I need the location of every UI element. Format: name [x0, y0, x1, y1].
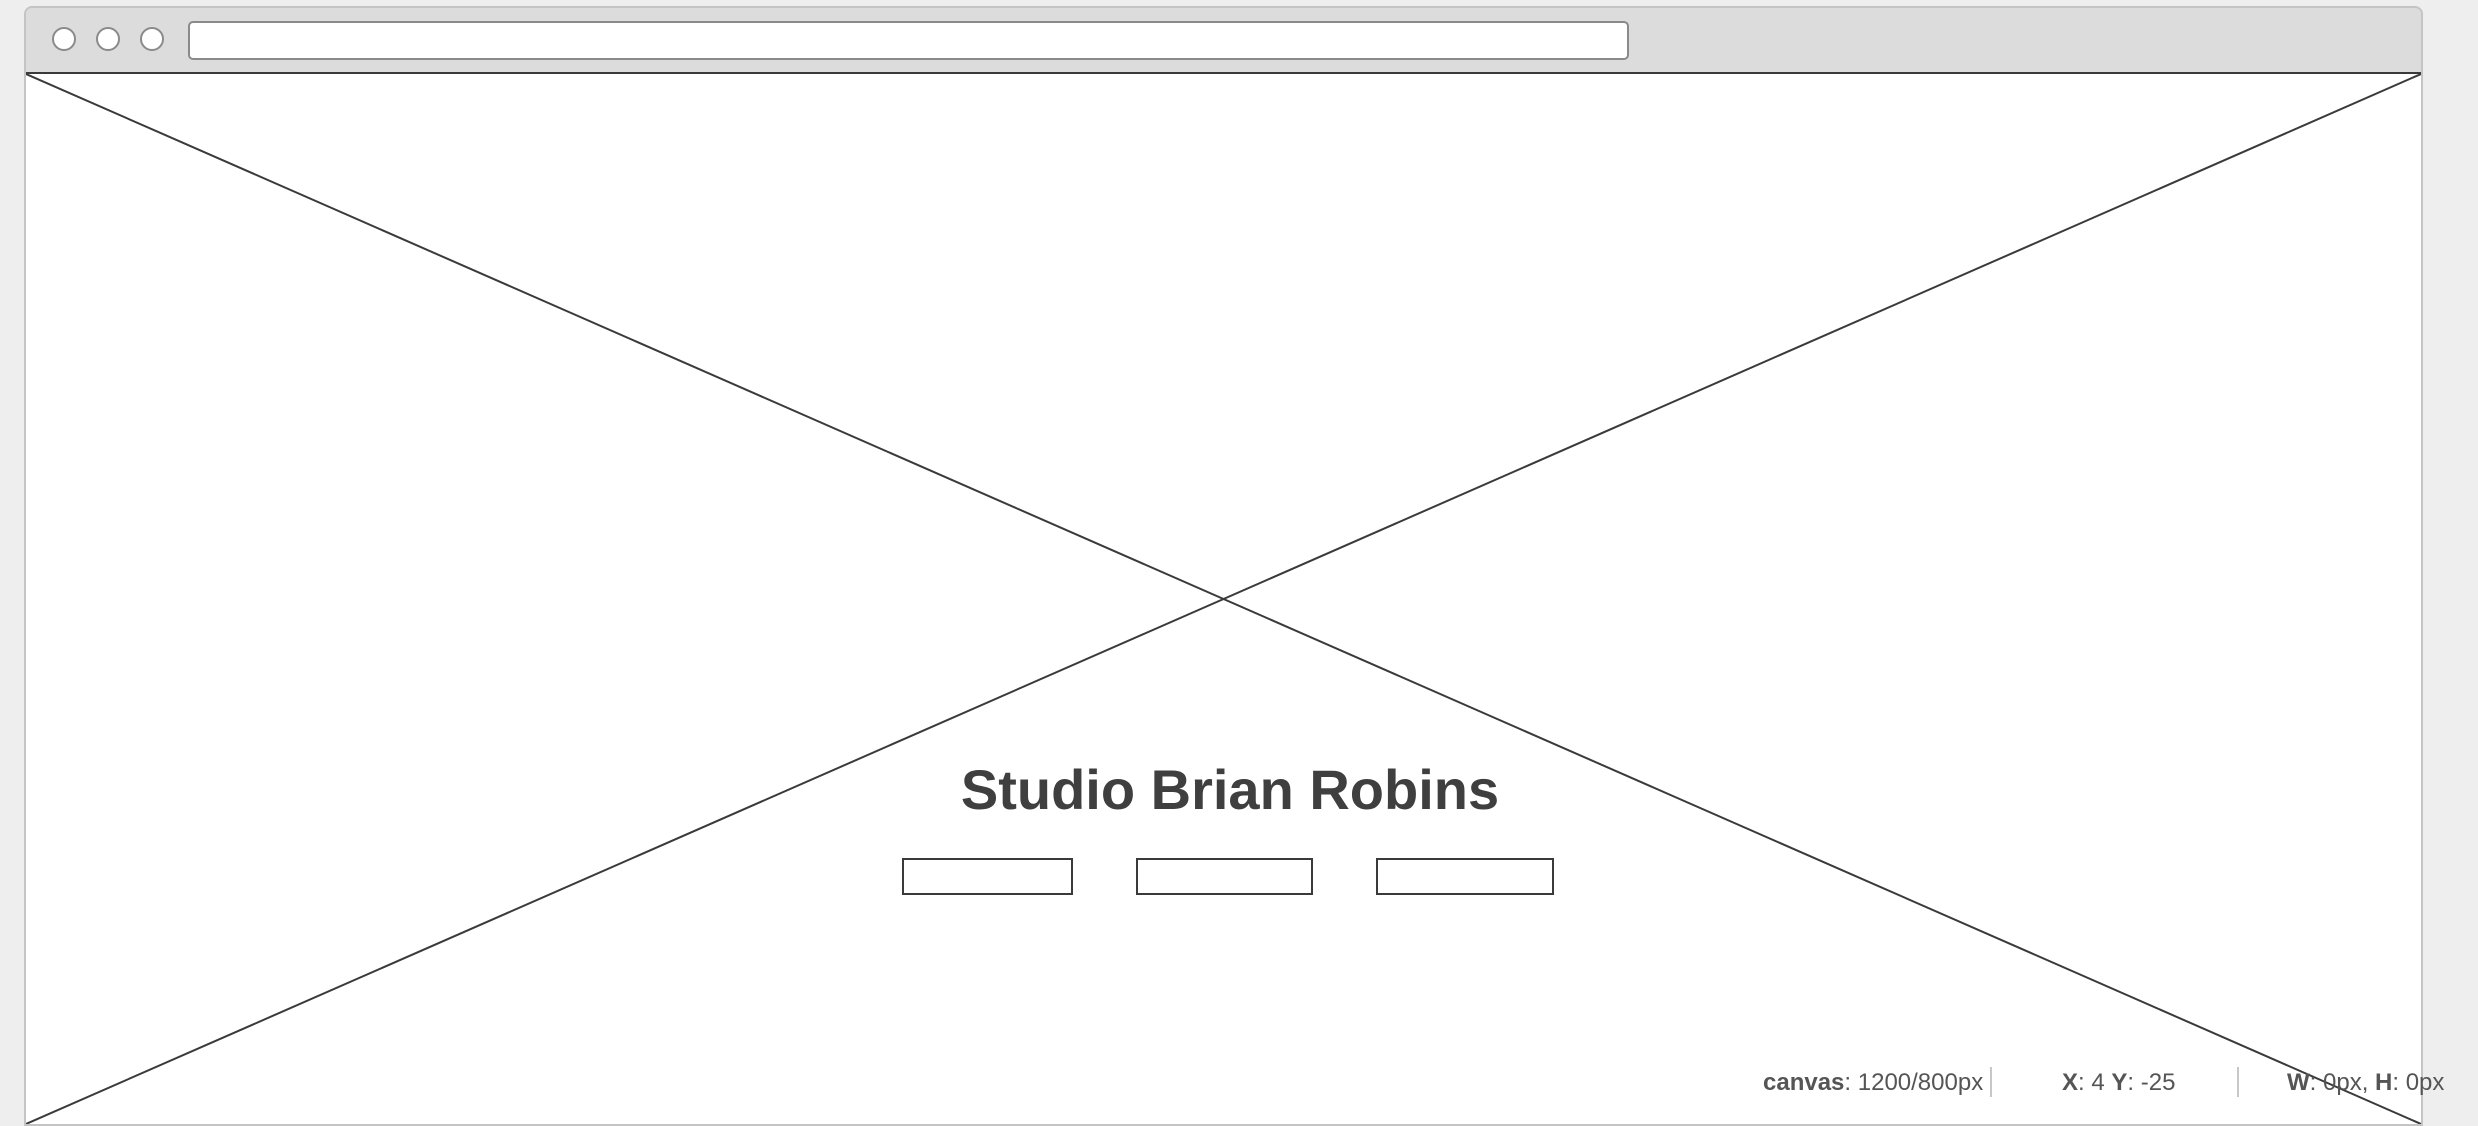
status-divider	[2237, 1067, 2239, 1097]
y-label: Y	[2111, 1069, 2128, 1096]
browser-titlebar	[26, 8, 2421, 72]
nav-item-2[interactable]	[1136, 858, 1313, 895]
x-value: : 4	[2078, 1069, 2112, 1096]
cursor-position-readout: X: 4 Y: -25	[2062, 1069, 2175, 1097]
w-label: W	[2287, 1069, 2310, 1096]
h-label: H	[2375, 1069, 2393, 1096]
nav-item-3[interactable]	[1376, 858, 1554, 895]
page-title: Studio Brian Robins	[960, 758, 1500, 821]
close-window-button[interactable]	[52, 27, 76, 51]
minimize-window-button[interactable]	[96, 27, 120, 51]
selection-size-readout: W: 0px, H: 0px	[2287, 1069, 2444, 1097]
image-placeholder-icon	[26, 74, 2421, 1124]
w-value: : 0px,	[2309, 1069, 2376, 1096]
page-viewport	[26, 72, 2421, 1124]
canvas-size-readout: canvas: 1200/800px	[1763, 1069, 1983, 1097]
address-bar[interactable]	[188, 21, 1629, 60]
nav-item-1[interactable]	[902, 858, 1073, 895]
browser-window	[24, 6, 2423, 1126]
canvas-label: canvas	[1763, 1069, 1845, 1096]
canvas-value: : 1200/800px	[1844, 1069, 1984, 1096]
status-bar: canvas: 1200/800px X: 4 Y: -25 W: 0px, H…	[0, 1063, 2478, 1102]
x-label: X	[2062, 1069, 2079, 1096]
y-value: : -25	[2127, 1069, 2176, 1096]
maximize-window-button[interactable]	[140, 27, 164, 51]
h-value: : 0px	[2392, 1069, 2445, 1096]
status-divider	[1990, 1067, 1992, 1097]
